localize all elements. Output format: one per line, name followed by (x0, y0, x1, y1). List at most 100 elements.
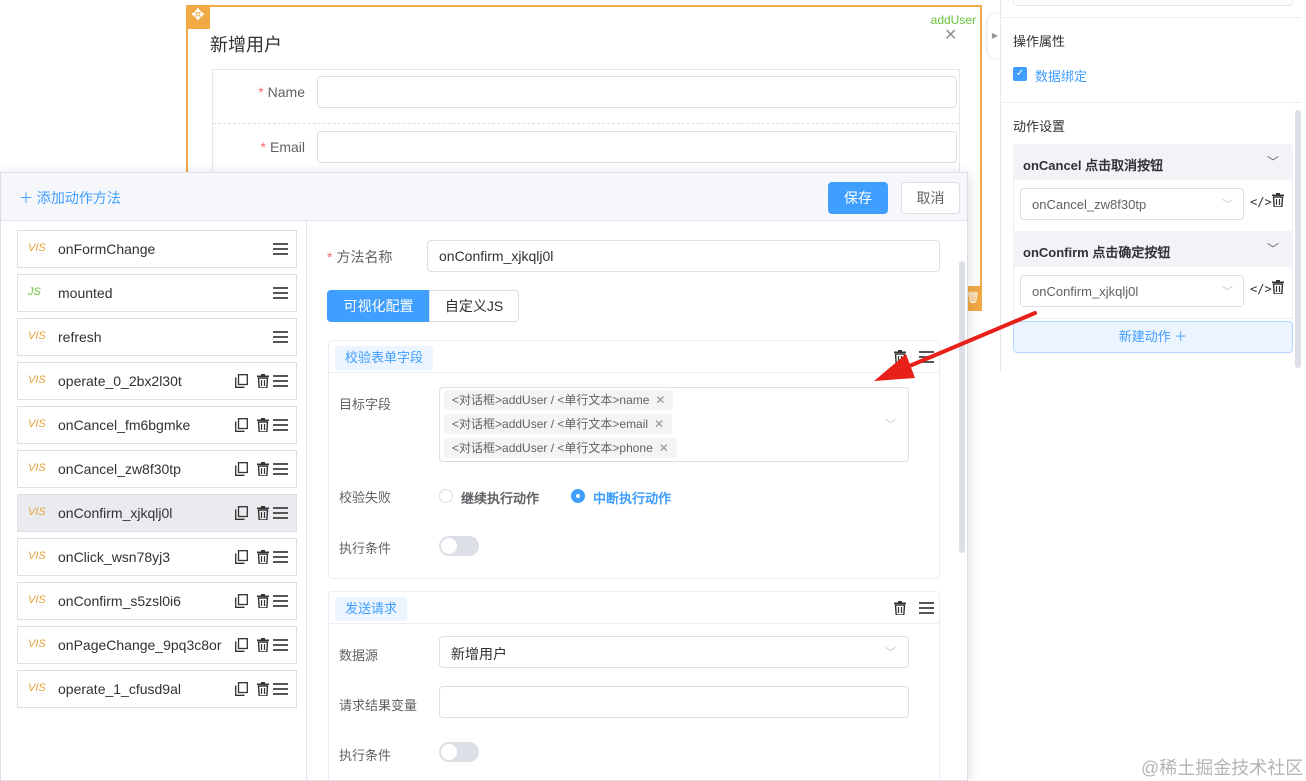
chevron-down-icon[interactable]: ﹀ (1267, 153, 1279, 170)
drag-menu-icon[interactable] (273, 639, 288, 651)
drag-menu-icon[interactable] (273, 595, 288, 607)
method-item[interactable]: VIS operate_1_cfusd9al (17, 670, 297, 708)
chevron-down-icon: ﹀ (1222, 286, 1233, 298)
trash-icon[interactable] (257, 462, 269, 477)
method-item[interactable]: VIS onCancel_zw8f30tp (17, 450, 297, 488)
copy-icon[interactable] (235, 418, 248, 432)
trash-icon[interactable] (894, 350, 906, 364)
close-icon[interactable]: ✕ (654, 417, 664, 431)
action-type-tag: 发送请求 (335, 597, 408, 621)
watermark: @稀土掘金技术社区 (1141, 758, 1304, 778)
method-item[interactable]: VIS onConfirm_s5zsl0i6 (17, 582, 297, 620)
save-button[interactable]: 保存 (828, 182, 888, 214)
radio-continue[interactable] (439, 489, 453, 503)
code-icon[interactable]: </> (1250, 195, 1272, 209)
copy-icon[interactable] (235, 682, 248, 696)
form-row-email[interactable]: * Email (213, 125, 959, 179)
card-header: 校验表单字段 (329, 341, 939, 373)
trash-icon[interactable] (257, 550, 269, 565)
drag-menu-icon[interactable] (273, 551, 288, 563)
method-type-badge: VIS (28, 462, 46, 474)
scrollbar[interactable] (1295, 110, 1301, 368)
radio-continue-label[interactable]: 继续执行动作 (461, 488, 539, 507)
method-name: onConfirm_s5zsl0i6 (58, 593, 181, 609)
method-item[interactable]: VIS onFormChange (17, 230, 297, 268)
drag-menu-icon[interactable] (273, 683, 288, 695)
method-item[interactable]: VIS refresh (17, 318, 297, 356)
copy-icon[interactable] (235, 506, 248, 520)
radio-interrupt[interactable] (571, 489, 585, 503)
method-type-badge: VIS (28, 374, 46, 386)
action-group-body: onConfirm_xjkqlj0l ﹀ </> (1013, 267, 1293, 319)
tab-custom-js[interactable]: 自定义JS (429, 290, 519, 322)
trash-icon[interactable] (257, 418, 269, 433)
required-asterisk: * (258, 84, 264, 100)
drag-menu-icon[interactable] (919, 602, 934, 614)
action-group-body: onCancel_zw8f30tp ﹀ </> (1013, 180, 1293, 232)
action-group-header[interactable]: onCancel 点击取消按钮 ﹀ (1013, 144, 1293, 180)
trash-icon[interactable] (257, 638, 269, 653)
drag-handle-icon[interactable]: ✥ (186, 5, 210, 29)
method-item[interactable]: VIS onCancel_fm6bgmke (17, 406, 297, 444)
drag-menu-icon[interactable] (273, 375, 288, 387)
method-item[interactable]: VIS onClick_wsn78yj3 (17, 538, 297, 576)
email-input[interactable] (317, 131, 957, 163)
action-select[interactable]: onConfirm_xjkqlj0l ﹀ (1020, 275, 1244, 307)
drag-menu-icon[interactable] (273, 331, 288, 343)
copy-icon[interactable] (235, 462, 248, 476)
data-binding-label[interactable]: 数据绑定 (1035, 66, 1087, 85)
code-icon[interactable]: </> (1250, 282, 1272, 296)
drag-menu-icon[interactable] (273, 463, 288, 475)
close-icon[interactable]: ✕ (655, 393, 665, 407)
trash-icon[interactable] (1272, 193, 1284, 207)
trash-icon[interactable] (257, 594, 269, 609)
condition-switch[interactable] (439, 536, 479, 556)
datasource-select[interactable]: 新增用户 ﹀ (439, 636, 909, 668)
chevron-down-icon: ﹀ (885, 647, 896, 659)
drag-menu-icon[interactable] (273, 507, 288, 519)
method-type-badge: VIS (28, 682, 46, 694)
action-select[interactable]: onCancel_zw8f30tp ﹀ (1020, 188, 1244, 220)
new-action-button[interactable]: 新建动作 ＋ (1013, 321, 1293, 353)
trash-icon[interactable] (257, 374, 269, 389)
trash-icon[interactable] (257, 682, 269, 697)
form-row-name[interactable]: * Name (213, 70, 959, 124)
method-item[interactable]: VIS onPageChange_9pq3c8or (17, 626, 297, 664)
copy-icon[interactable] (235, 550, 248, 564)
radio-interrupt-label[interactable]: 中断执行动作 (593, 488, 671, 507)
target-field-select[interactable]: <对话框>addUser / <单行文本>name ✕ <对话框>addUser … (439, 387, 909, 462)
drag-menu-icon[interactable] (273, 287, 288, 299)
condition-label: 执行条件 (339, 541, 392, 556)
copy-icon[interactable] (235, 594, 248, 608)
trash-icon[interactable] (894, 601, 906, 615)
method-item[interactable]: JS mounted (17, 274, 297, 312)
card-header: 发送请求 (329, 592, 939, 624)
scrollbar[interactable] (959, 261, 965, 553)
method-item[interactable]: VIS onConfirm_xjkqlj0l (17, 494, 297, 532)
drag-menu-icon[interactable] (273, 243, 288, 255)
method-item[interactable]: VIS operate_0_2bx2l30t (17, 362, 297, 400)
chevron-down-icon[interactable]: ﹀ (1267, 240, 1279, 257)
close-icon[interactable]: ✕ (659, 441, 669, 455)
action-group-header[interactable]: onConfirm 点击确定按钮 ﹀ (1013, 231, 1293, 267)
result-var-input[interactable] (439, 686, 909, 718)
condition-switch[interactable] (439, 742, 479, 762)
name-input[interactable] (317, 76, 957, 108)
method-name-input[interactable]: onConfirm_xjkqlj0l (427, 240, 940, 272)
cancel-button[interactable]: 取消 (901, 182, 960, 214)
drag-menu-icon[interactable] (273, 419, 288, 431)
method-type-badge: VIS (28, 550, 46, 562)
drag-menu-icon[interactable] (919, 351, 934, 363)
form-label: * Name (258, 84, 305, 100)
trash-icon[interactable] (1272, 280, 1284, 294)
required-asterisk: * (327, 249, 333, 265)
close-icon[interactable]: ✕ (944, 25, 957, 45)
required-asterisk: * (260, 139, 266, 155)
tab-visual-config[interactable]: 可视化配置 (327, 290, 430, 322)
action-select-value: onCancel_zw8f30tp (1032, 197, 1147, 212)
copy-icon[interactable] (235, 638, 248, 652)
add-method-button[interactable]: ＋ 添加动作方法 (19, 188, 121, 208)
trash-icon[interactable] (257, 506, 269, 521)
data-binding-checkbox[interactable]: ✓ (1013, 67, 1027, 81)
copy-icon[interactable] (235, 374, 248, 388)
